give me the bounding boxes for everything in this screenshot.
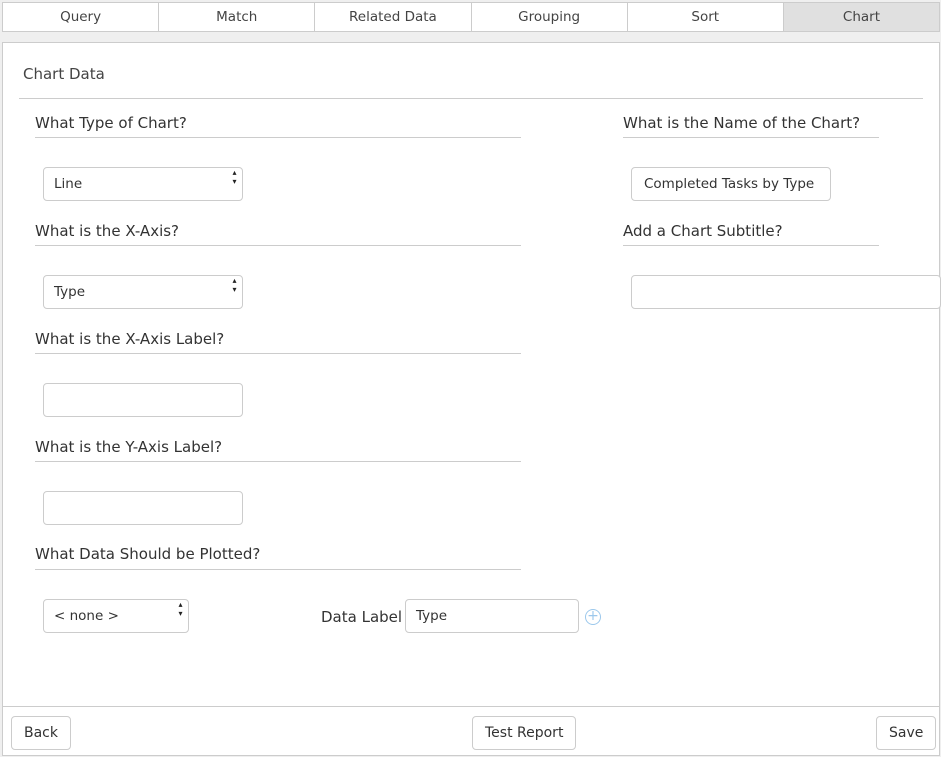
chart-subtitle-question: Add a Chart Subtitle? xyxy=(623,222,783,240)
divider xyxy=(35,137,521,138)
chart-name-input[interactable]: Completed Tasks by Type xyxy=(631,167,831,201)
tab-query[interactable]: Query xyxy=(3,3,160,31)
x-axis-label-input[interactable] xyxy=(43,383,243,417)
tab-grouping[interactable]: Grouping xyxy=(472,3,628,31)
plot-data-select[interactable]: < none > xyxy=(43,599,189,633)
chart-subtitle-input[interactable] xyxy=(631,275,941,309)
plot-data-question: What Data Should be Plotted? xyxy=(35,545,261,563)
divider xyxy=(35,245,521,246)
tab-related-data[interactable]: Related Data xyxy=(315,3,472,31)
divider xyxy=(623,137,879,138)
divider xyxy=(623,245,879,246)
x-axis-select[interactable]: Type xyxy=(43,275,243,309)
chart-type-select[interactable]: Line xyxy=(43,167,243,201)
divider xyxy=(19,98,923,99)
y-axis-label-question: What is the Y-Axis Label? xyxy=(35,438,223,456)
tab-chart[interactable]: Chart xyxy=(783,3,940,31)
footer-divider xyxy=(3,706,939,707)
y-axis-label-input[interactable] xyxy=(43,491,243,525)
tab-bar: Query Match Related Data Grouping Sort C… xyxy=(2,2,940,32)
divider xyxy=(35,461,521,462)
section-title: Chart Data xyxy=(23,65,105,83)
back-button[interactable]: Back xyxy=(11,716,71,750)
chart-name-question: What is the Name of the Chart? xyxy=(623,114,861,132)
test-report-button[interactable]: Test Report xyxy=(472,716,577,750)
plus-circle-icon[interactable]: + xyxy=(585,609,601,625)
divider xyxy=(35,353,521,354)
tab-sort[interactable]: Sort xyxy=(628,3,784,31)
data-label-input[interactable]: Type xyxy=(405,599,579,633)
tab-match[interactable]: Match xyxy=(159,3,316,31)
x-axis-question: What is the X-Axis? xyxy=(35,222,180,240)
x-axis-label-question: What is the X-Axis Label? xyxy=(35,330,225,348)
divider xyxy=(35,569,521,570)
data-label-text: Data Label xyxy=(321,608,403,626)
chart-data-panel: Chart Data What Type of Chart? Line What… xyxy=(2,42,941,756)
save-button[interactable]: Save xyxy=(876,716,937,750)
chart-type-question: What Type of Chart? xyxy=(35,114,187,132)
